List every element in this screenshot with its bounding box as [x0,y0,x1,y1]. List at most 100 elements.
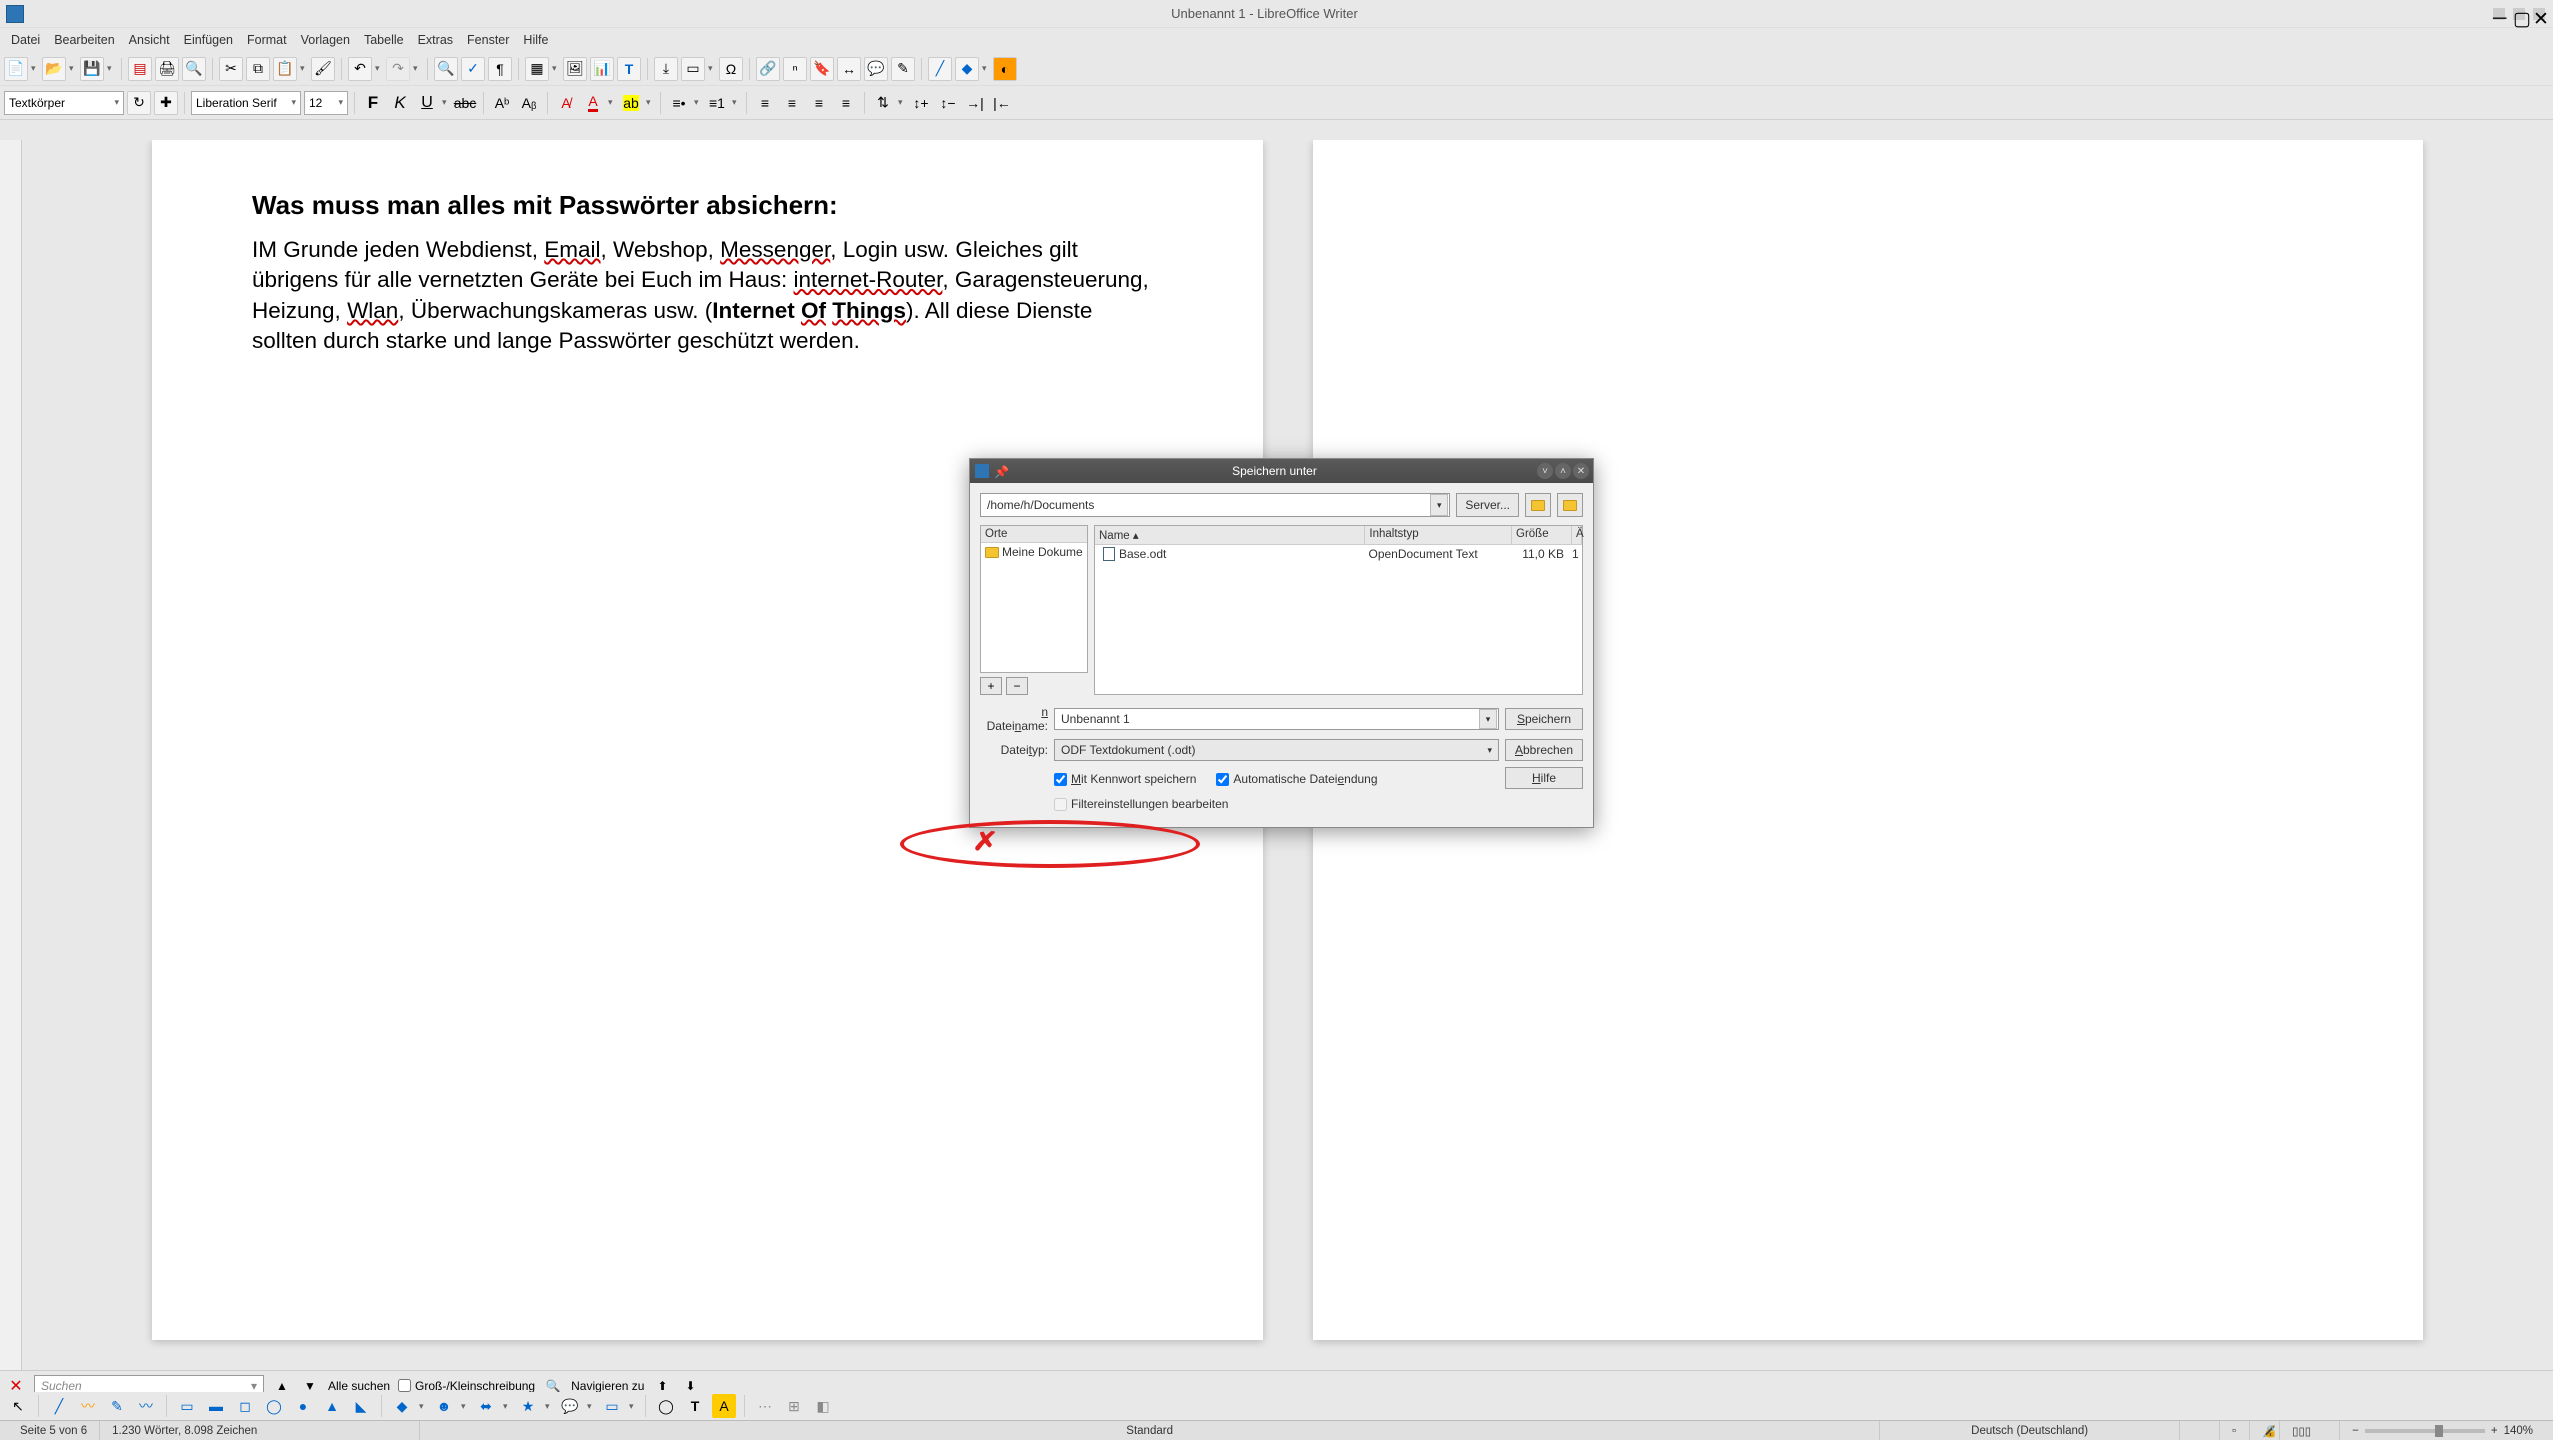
subscript-button[interactable]: Aᵦ [517,91,541,115]
menu-datei[interactable]: Datei [4,33,47,47]
comment-button[interactable]: 💬 [864,57,888,81]
status-signature[interactable]: 🔏 [2250,1421,2280,1440]
status-view-layout[interactable]: ▯▯▯ [2280,1421,2340,1440]
curve-tool[interactable]: 〰 [76,1394,100,1418]
export-pdf-button[interactable]: ▤ [128,57,152,81]
bullet-list-button[interactable]: ≡• [667,91,691,115]
bookmark-button[interactable]: 🔖 [810,57,834,81]
status-page[interactable]: Seite 5 von 6 [8,1421,100,1440]
status-insert-mode[interactable] [2180,1421,2220,1440]
pagebreak-button[interactable]: ⤓ [654,57,678,81]
line-spacing-button[interactable]: ⇅ [871,91,895,115]
rect-fill-tool[interactable]: ▬ [204,1394,228,1418]
align-left-button[interactable]: ≡ [753,91,777,115]
filename-input[interactable]: Unbenannt 1▾ [1054,708,1499,730]
menu-fenster[interactable]: Fenster [460,33,516,47]
menu-bearbeiten[interactable]: Bearbeiten [47,33,121,47]
strikethrough-button[interactable]: abc [453,91,477,115]
col-type[interactable]: Inhaltstyp [1365,526,1512,544]
autoext-checkbox[interactable]: Automatische Dateiendung [1216,772,1377,786]
italic-button[interactable]: K [388,91,412,115]
fontwork-tool[interactable]: A [712,1394,736,1418]
select-tool[interactable]: ↖ [6,1394,30,1418]
menu-einfuegen[interactable]: Einfügen [177,33,240,47]
field-button[interactable]: ▭ [681,57,705,81]
dialog-maximize-button[interactable]: ˄ [1555,463,1571,479]
square-tool[interactable]: ◻ [233,1394,257,1418]
paste-button[interactable]: 📋 [273,57,297,81]
basic-shapes-tool[interactable]: ◆ [390,1394,414,1418]
basic-shapes-button[interactable]: ◆ [955,57,979,81]
redo-button[interactable]: ↷ [386,57,410,81]
print-button[interactable]: 🖨 [155,57,179,81]
points-tool[interactable]: ⋯ [753,1394,777,1418]
dialog-close-button[interactable]: ✕ [1573,463,1589,479]
chart-button[interactable]: 📊 [590,57,614,81]
new-style-button[interactable]: ✚ [154,91,178,115]
font-name-combo[interactable]: Liberation Serif▾ [191,91,301,115]
status-style[interactable]: Standard [420,1421,1880,1440]
find-replace-button[interactable]: 🔍 [434,57,458,81]
align-right-button[interactable]: ≡ [807,91,831,115]
ellipse-tool[interactable]: ◯ [262,1394,286,1418]
menu-tabelle[interactable]: Tabelle [357,33,411,47]
zoom-slider[interactable] [2365,1429,2485,1433]
cut-button[interactable]: ✂ [219,57,243,81]
textbox-button[interactable]: T [617,57,641,81]
up-folder-button[interactable] [1525,493,1551,517]
cancel-action-button[interactable]: Abbrechen [1505,739,1583,761]
track-changes-button[interactable]: ✎ [891,57,915,81]
password-checkbox[interactable]: Mit Kennwort speichern [1054,772,1196,786]
line-tool[interactable]: ╱ [47,1394,71,1418]
font-size-combo[interactable]: 12▾ [304,91,348,115]
col-date[interactable]: Ä [1572,526,1582,544]
bold-button[interactable]: F [361,91,385,115]
formatting-marks-button[interactable]: ¶ [488,57,512,81]
hyperlink-button[interactable]: 🔗 [756,57,780,81]
image-button[interactable]: 🖼 [563,57,587,81]
arrow-shapes-tool[interactable]: ⬌ [474,1394,498,1418]
para-style-combo[interactable]: Textkörper▾ [4,91,124,115]
new-folder-button[interactable] [1557,493,1583,517]
special-char-button[interactable]: Ω [719,57,743,81]
clear-formatting-button[interactable]: A̸ [554,91,578,115]
align-center-button[interactable]: ≡ [780,91,804,115]
maximize-button[interactable]: ▢ [2513,8,2525,20]
extrusion-tool[interactable]: ◧ [811,1394,835,1418]
font-color-button[interactable]: A [581,91,605,115]
path-input[interactable]: /home/h/Documents▾ [980,493,1450,517]
dialog-titlebar[interactable]: 📌 Speichern unter ˅ ˄ ✕ [970,459,1593,483]
status-words[interactable]: 1.230 Wörter, 8.098 Zeichen [100,1421,420,1440]
dialog-minimize-button[interactable]: ˅ [1537,463,1553,479]
close-button[interactable]: ✕ [2533,8,2545,20]
para-spacing-dec-button[interactable]: ↕− [936,91,960,115]
minimize-button[interactable]: ─ [2493,8,2505,20]
save-action-button[interactable]: Speichern [1505,708,1583,730]
open-button[interactable]: 📂 [42,57,66,81]
zoom-in-button[interactable]: + [2491,1425,2498,1437]
zoom-out-button[interactable]: − [2352,1425,2359,1437]
align-justify-button[interactable]: ≡ [834,91,858,115]
symbol-shapes-tool[interactable]: ☻ [432,1394,456,1418]
rtriangle-tool[interactable]: ◣ [349,1394,373,1418]
filetype-combo[interactable]: ODF Textdokument (.odt)▾ [1054,739,1499,761]
menu-extras[interactable]: Extras [411,33,460,47]
indent-inc-button[interactable]: →| [963,91,987,115]
status-selection-mode[interactable]: ▫ [2220,1421,2250,1440]
places-item-documents[interactable]: Meine Dokume [981,543,1087,561]
status-language[interactable]: Deutsch (Deutschland) [1880,1421,2180,1440]
cross-ref-button[interactable]: ↔ [837,57,861,81]
update-style-button[interactable]: ↻ [127,91,151,115]
draw-functions-button[interactable]: ◐ [993,57,1017,81]
indent-dec-button[interactable]: |← [990,91,1014,115]
glue-tool[interactable]: ⊞ [782,1394,806,1418]
vtext-tool[interactable]: T [683,1394,707,1418]
rect-tool[interactable]: ▭ [175,1394,199,1418]
flowchart-shapes-tool[interactable]: ▭ [600,1394,624,1418]
file-row[interactable]: Base.odt OpenDocument Text 11,0 KB 1 [1095,545,1582,563]
undo-button[interactable]: ↶ [348,57,372,81]
zoom-value[interactable]: 140% [2504,1425,2533,1437]
polygon-tool[interactable]: 〰 [134,1394,158,1418]
highlight-button[interactable]: ab [619,91,643,115]
col-name[interactable]: Name ▴ [1095,526,1365,544]
